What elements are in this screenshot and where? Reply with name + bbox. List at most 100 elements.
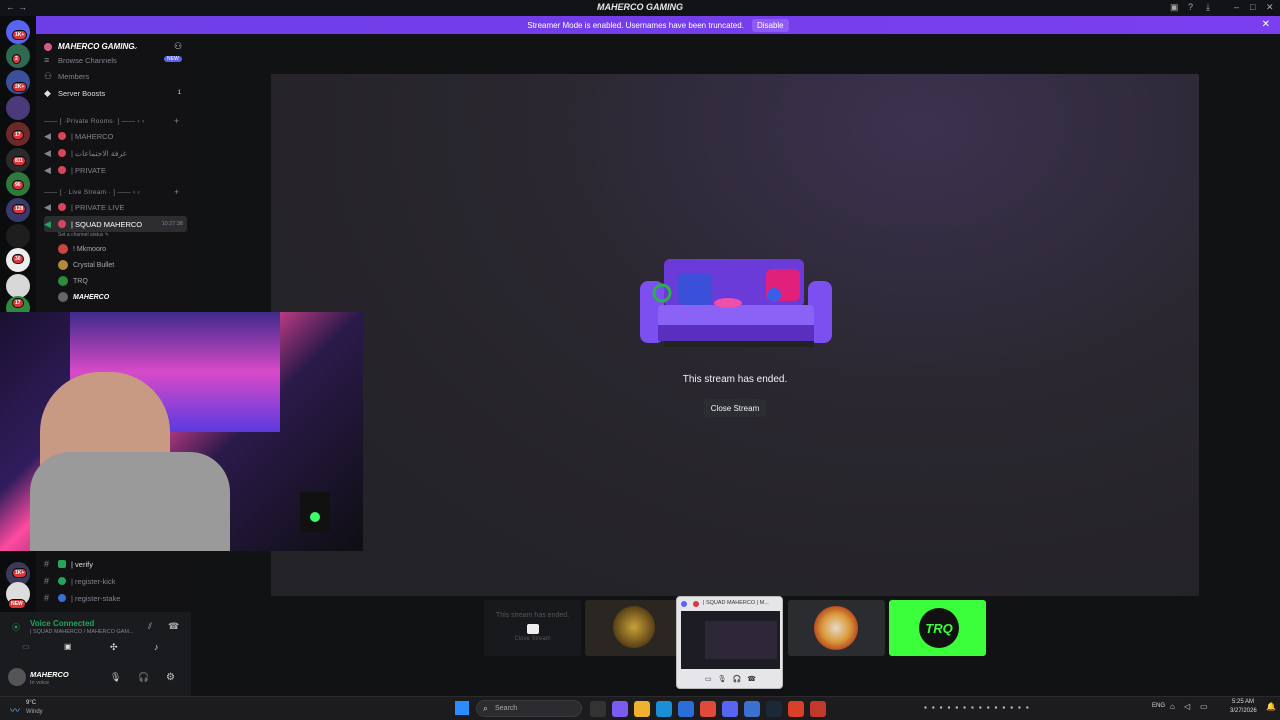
boost-count: 1 [177,90,181,96]
app-icon[interactable] [744,701,760,717]
noise-suppression-icon[interactable]: ⫽ [148,621,152,632]
category-private-rooms[interactable]: —— [ ·Private Rooms· ] —— ‹ ‹ [44,118,144,125]
add-member-icon[interactable]: ⚇ [174,41,182,52]
voice-panel: ⦿ Voice Connected | SQUAD MAHERCO / MAHE… [0,612,191,696]
chrome-icon[interactable] [700,701,716,717]
task-view-icon[interactable] [590,701,606,717]
channel-status[interactable]: Set a channel status ✎ [58,232,109,238]
voice-channel[interactable]: ◀ | PRIVATE [44,162,187,178]
headphones-icon[interactable]: 🎧 [138,672,149,683]
settings-gear-icon[interactable]: ⚙ [166,672,175,683]
preview-title: | SQUAD MAHERCO | M... [703,600,769,606]
user-name: TRQ [73,277,88,285]
camera-icon[interactable]: ▭ [22,642,38,656]
server-icon[interactable] [6,224,30,248]
file-explorer-icon[interactable] [634,701,650,717]
members-icon: ⚇ [44,70,53,81]
minimize-button[interactable]: – [1234,2,1239,12]
text-channel[interactable]: # | verify [44,556,187,572]
badge: 2K+ [12,82,28,92]
signal-icon[interactable]: ⦿ [12,622,20,633]
help-icon[interactable]: ? [1188,2,1193,12]
inbox-icon[interactable]: ▣ [1170,2,1179,13]
tile-ended-text: This stream has ended. [495,612,570,619]
streamer-shirt [30,452,230,551]
activities-icon[interactable]: ✣ [110,642,126,656]
text-channel[interactable]: # | register-kick [44,573,187,589]
voice-channel[interactable]: ◀ | غرفة الاجتماعات [44,145,187,161]
window-title: MAHERCO GAMING [597,2,683,12]
voice-user[interactable]: ! Mkmooro [58,242,106,256]
windows-start-icon[interactable] [455,701,469,715]
category-live-stream[interactable]: —— [ · Live Stream · ] —— ‹ ‹ [44,189,140,196]
notifications-icon[interactable]: 🔔 [1266,702,1276,711]
screen-share-icon[interactable]: ▣ [64,642,80,656]
text-channel[interactable]: # | register-stake [44,590,187,606]
weather-icon[interactable]: 〰 [10,702,20,717]
members-item[interactable]: ⚇ Members [44,68,187,84]
participant-tile[interactable]: TRQ [889,600,986,656]
close-stream-button[interactable]: Close Stream [704,399,766,417]
voice-user[interactable]: MAHERCO [58,290,109,304]
server-boosts-item[interactable]: ◆ Server Boosts 1 [44,85,187,101]
discord-taskbar-icon[interactable] [722,701,738,717]
couch-shadow [664,341,814,347]
maximize-button[interactable]: □ [1250,2,1255,12]
channel-emoji [58,594,66,602]
clock-date[interactable]: 3/27/2026 [1230,708,1257,714]
network-icon[interactable]: ⌂ [1170,702,1175,711]
clock-time[interactable]: 5:25 AM [1232,699,1254,705]
disable-streamer-mode-button[interactable]: Disable [751,18,789,32]
server-name[interactable]: MAHERCO GAMING [58,42,134,51]
add-channel-icon[interactable]: + [174,187,179,197]
app-icon[interactable] [788,701,804,717]
badge: 17 [12,298,24,308]
add-channel-icon[interactable]: + [174,116,179,126]
store-icon[interactable] [678,701,694,717]
system-tray-icons[interactable]: ▪▪▪▪▪▪▪▪▪▪▪▪▪▪ [924,703,1034,712]
participant-tile[interactable] [585,600,682,656]
voice-user[interactable]: TRQ [58,274,88,288]
participant-avatar [613,606,655,648]
language-indicator[interactable]: ENG [1152,703,1165,709]
user-avatar[interactable] [8,668,26,686]
live-dot [693,601,699,607]
chevron-down-icon[interactable]: ⌄ [132,42,139,51]
server-icon[interactable] [6,96,30,120]
voice-channel[interactable]: ◀ | MAHERCO [44,128,187,144]
gamepad-icon [767,288,781,302]
voice-user[interactable]: Crystal Bullet [58,258,114,272]
stream-ended-tile[interactable]: This stream has ended. Close Stream [484,600,581,656]
badge: 96 [12,180,24,190]
active-voice-channel[interactable]: ◀ | SQUAD MAHERCO 10:27:38 [44,216,187,232]
app-icon[interactable] [810,701,826,717]
download-icon[interactable]: ⤓ [1206,2,1210,13]
new-badge: NEW [8,599,26,609]
server-icon[interactable] [6,274,30,298]
blue-pillow [678,273,712,305]
battery-icon[interactable]: ▭ [1200,702,1208,711]
item-label: Browse Channels [58,55,117,65]
volume-icon[interactable]: ◁ [1184,702,1190,711]
voice-channel[interactable]: ◀ | PRIVATE LIVE [44,199,187,215]
taskbar-search[interactable]: ⌕ Search [476,700,582,717]
voice-channel-link[interactable]: | SQUAD MAHERCO / MAHERCO GAM... [30,629,134,635]
item-label: Server Boosts [58,88,106,98]
couch-base [658,325,814,341]
microphone-icon[interactable]: 🎙 [110,672,121,683]
disconnect-icon[interactable]: ☎ [168,621,179,632]
item-label: Members [58,71,90,81]
browse-channels-item[interactable]: ≡ Browse Channels [44,52,187,68]
steam-icon[interactable] [766,701,782,717]
preview-controls[interactable]: ▭🎙🎧☎ [705,675,762,683]
soundboard-icon[interactable]: ♪ [154,642,170,656]
window-preview-popup[interactable]: | SQUAD MAHERCO | M... ▭🎙🎧☎ [676,596,783,689]
close-window-button[interactable]: ✕ [1266,2,1274,13]
tile-close-stream[interactable]: Close Stream [484,636,581,642]
participant-tile[interactable] [788,600,885,656]
edge-icon[interactable] [656,701,672,717]
user-name: ! Mkmooro [73,245,107,253]
avatar [58,260,68,270]
close-banner-icon[interactable]: ✕ [1262,19,1270,30]
copilot-icon[interactable] [612,701,628,717]
